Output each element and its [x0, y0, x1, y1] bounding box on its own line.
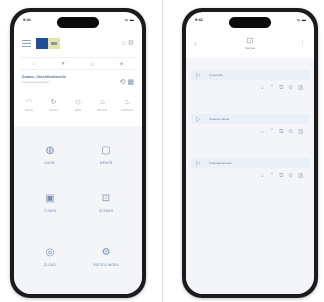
- quick-action[interactable]: ◠ ACCU: [20, 98, 38, 120]
- tile-dagei[interactable]: ◍ DAGEI: [22, 134, 78, 174]
- status-icons: ▪ᵢₗ ▬: [296, 17, 306, 22]
- more-icon[interactable]: ⋮: [299, 39, 306, 47]
- tab-home-icon[interactable]: ⌂: [33, 61, 36, 67]
- scene-icon: ▷: [196, 116, 201, 123]
- quick-action-label: WAAN: [49, 108, 58, 112]
- scenes-icon: ⊡: [101, 193, 111, 204]
- quick-action-label: BLUUR: [97, 108, 108, 112]
- quick-action-icon: ↻: [50, 99, 57, 106]
- quick-action[interactable]: ↻ WAAN: [45, 98, 63, 120]
- tile-scenes[interactable]: ⊡ SCENES: [78, 182, 134, 222]
- header-action-icons[interactable]: ⌂ ⚙: [122, 39, 134, 47]
- tile-weker[interactable]: ▢ WEKER: [78, 134, 134, 174]
- tile-label: INSTELLINGEN: [93, 263, 119, 267]
- screenshot-canvas: 9:41 ▪ᵢₗ ▬ ⌂ ⚙ ⌂ ▼ △ ◈ Dusauu_ObeshHeaDe…: [0, 0, 324, 302]
- tile-cloud[interactable]: ◎ CLOUD: [22, 236, 78, 276]
- brand-logo: [36, 38, 60, 49]
- scene-icon: ▷: [196, 160, 201, 167]
- status-icons: ▪ᵢₗ ▬: [124, 17, 134, 22]
- scene-row[interactable]: ▷ Cieaeennaeaet: [191, 114, 309, 124]
- logo-blue-block: [36, 38, 48, 49]
- tab-filter-icon[interactable]: ▼: [61, 61, 66, 67]
- dynamic-island: [57, 17, 99, 28]
- tile-label: SCENES: [98, 209, 114, 213]
- left-phone-frame: 9:41 ▪ᵢₗ ▬ ⌂ ⚙ ⌂ ▼ △ ◈ Dusauu_ObeshHeaDe…: [10, 8, 146, 298]
- quick-action-icon: ♨: [99, 99, 106, 106]
- device-info: Dusauu_ObeshHeaDewelin Cpleaeeasnaiilagn…: [22, 75, 134, 95]
- tile-tijden[interactable]: ▣ TIJDEN: [22, 182, 78, 222]
- cloud-icon: ◎: [45, 247, 55, 258]
- scene-label: Cooeasalt: [209, 73, 223, 77]
- gear-icon: ⚙: [101, 247, 111, 258]
- dynamic-island: [229, 17, 271, 28]
- home-screen: 9:41 ▪ᵢₗ ▬ ⌂ ⚙ ⌂ ▼ △ ◈ Dusauu_ObeshHeaDe…: [14, 12, 142, 294]
- quick-action-icon: ◠: [25, 99, 33, 106]
- tile-label: CLOUD: [43, 263, 57, 267]
- page-title: ⊡ Scenes: [186, 36, 314, 50]
- scene-label: Cieaeennaeaet: [209, 117, 230, 121]
- quick-action-label: ACHTUR: [121, 108, 133, 112]
- list-item[interactable]: ▷ Cieaeennaeaet ⌄ ⌃ ⧉ ⊘ ▥: [191, 114, 309, 150]
- tab-settings-icon[interactable]: ◈: [120, 61, 124, 67]
- scenes-screen: 9:41 ▪ᵢₗ ▬ ‹ ⊡ Scenes ⋮ ▷ Cooeasalt ⌄ ⌃ …: [186, 12, 314, 294]
- status-time: 9:41: [23, 17, 32, 22]
- list-item[interactable]: ▷ Cooeasalt ⌄ ⌃ ⧉ ⊘ ▥: [191, 70, 309, 106]
- app-header: ⌂ ⚙: [14, 34, 142, 56]
- hamburger-icon[interactable]: [22, 40, 31, 47]
- scene-action-icons[interactable]: ⌄ ⌃ ⧉ ⊘ ▥: [260, 172, 305, 180]
- quick-actions-row: ◠ ACCU ↻ WAAN ◇ WAS ♨ BLUUR ♨ ACHTUR: [20, 98, 136, 120]
- scene-label: Ciaanaaeaenaes: [209, 161, 232, 165]
- device-name: Dusauu_ObeshHeaDewelin: [22, 75, 66, 79]
- scene-row[interactable]: ▷ Ciaanaaeaenaes: [191, 158, 309, 168]
- tijden-icon: ▣: [45, 193, 55, 204]
- tile-instellingen[interactable]: ⚙ INSTELLINGEN: [78, 236, 134, 276]
- logo-yellow-block: [48, 38, 60, 49]
- status-time: 9:41: [195, 17, 204, 22]
- feature-grid: ◍ DAGEI ▢ WEKER ▣ TIJDEN ⊡ SCENES ◎ CLOU…: [14, 126, 142, 294]
- quick-action-icon: ♨: [123, 99, 131, 106]
- list-item[interactable]: ▷ Ciaanaaeaenaes ⌄ ⌃ ⧉ ⊘ ▥: [191, 158, 309, 194]
- device-subtitle: Cpleaeeasnaiilagnei: [22, 80, 50, 84]
- scenes-icon: ⊡: [246, 36, 254, 45]
- right-phone-frame: 9:41 ▪ᵢₗ ▬ ‹ ⊡ Scenes ⋮ ▷ Cooeasalt ⌄ ⌃ …: [182, 8, 318, 298]
- quick-action[interactable]: ◇ WAS: [69, 98, 87, 120]
- scene-row[interactable]: ▷ Cooeasalt: [191, 70, 309, 80]
- quick-action[interactable]: ♨ ACHTUR: [118, 98, 136, 120]
- scene-icon: ▷: [196, 72, 201, 79]
- tile-label: DAGEI: [44, 161, 56, 165]
- dagei-icon: ◍: [45, 145, 55, 156]
- scenes-list: ▷ Cooeasalt ⌄ ⌃ ⧉ ⊘ ▥ ▷ Cieaeennaeaet ⌄ …: [186, 58, 314, 294]
- scenes-header: ‹ ⊡ Scenes ⋮: [186, 34, 314, 56]
- weker-icon: ▢: [101, 145, 111, 156]
- scene-action-icons[interactable]: ⌄ ⌃ ⧉ ⊘ ▥: [260, 84, 305, 92]
- tile-label: WEKER: [99, 161, 113, 165]
- page-title-text: Scenes: [244, 46, 255, 50]
- top-tab-bar: ⌂ ▼ △ ◈: [20, 57, 136, 70]
- quick-action-icon: ◇: [75, 99, 81, 106]
- quick-action-label: ACCU: [25, 108, 33, 112]
- tile-label: TIJDEN: [43, 209, 57, 213]
- quick-action-label: WAS: [74, 108, 82, 112]
- scene-action-icons[interactable]: ⌄ ⌃ ⧉ ⊘ ▥: [260, 128, 305, 136]
- quick-action[interactable]: ♨ BLUUR: [94, 98, 112, 120]
- tab-alert-icon[interactable]: △: [91, 61, 95, 67]
- device-action-icons[interactable]: ⟲ ▦: [120, 78, 134, 86]
- panel-divider: [162, 0, 163, 302]
